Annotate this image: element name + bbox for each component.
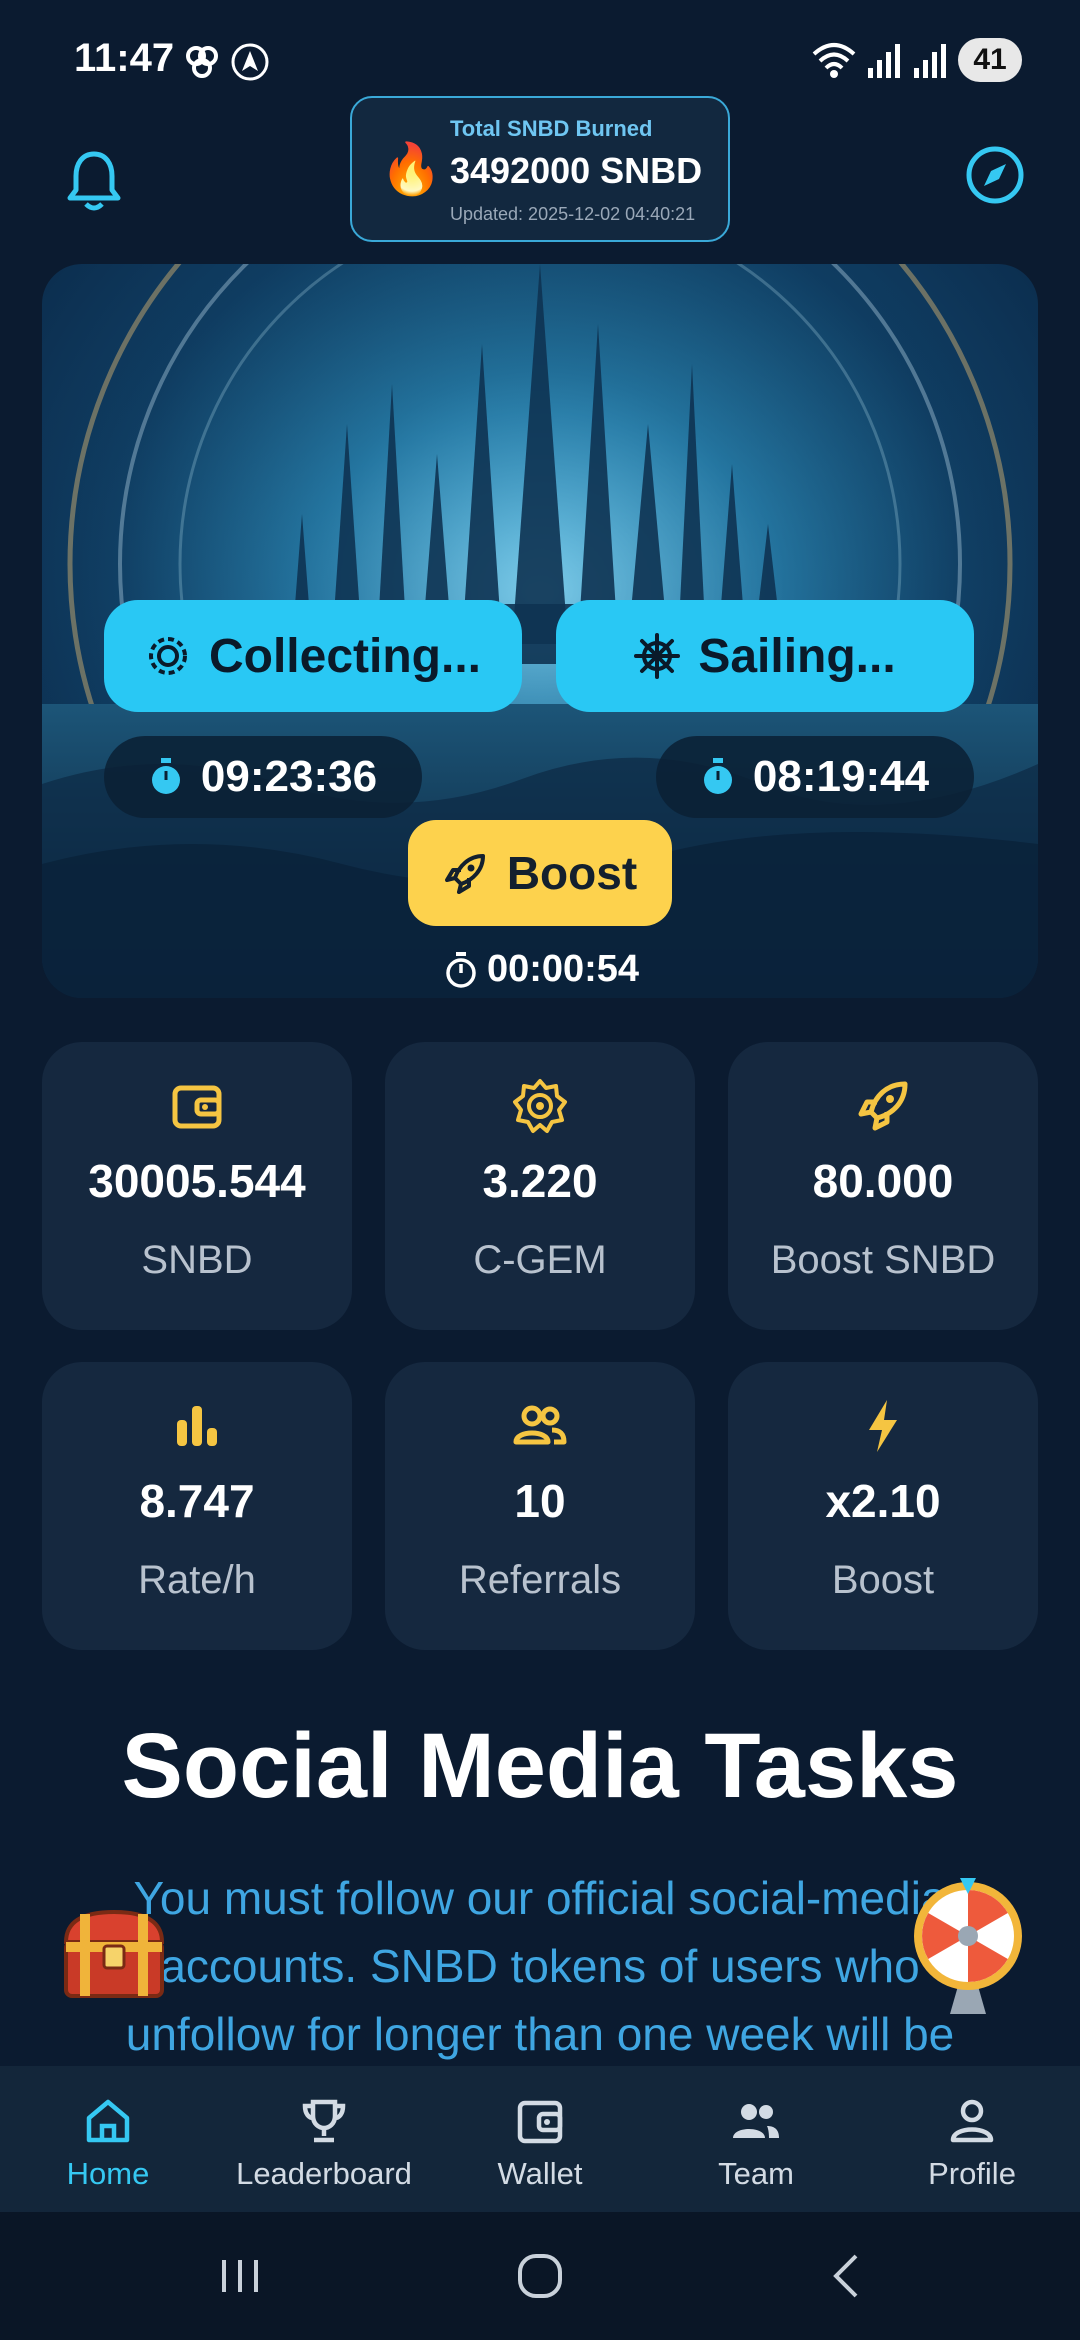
boost-button[interactable]: Boost <box>408 820 672 926</box>
home-icon <box>86 2099 130 2143</box>
ship-wheel-icon <box>634 633 681 679</box>
collect-timer-value: 09:23:36 <box>200 752 378 801</box>
lucky-wheel-icon[interactable] <box>910 1878 1026 2018</box>
collect-timer: 09:23:36 <box>104 736 422 818</box>
signal-icon-2 <box>914 44 946 78</box>
nav-label: Profile <box>928 2156 1016 2191</box>
team-icon <box>733 2104 779 2138</box>
navigation-icon <box>231 43 269 81</box>
stat-card-snbd: 30005.544 SNBD <box>42 1042 352 1330</box>
stat-value: 10 <box>514 1475 566 1527</box>
stat-label: SNBD <box>141 1238 253 1282</box>
sail-timer: 08:19:44 <box>656 736 974 818</box>
stat-card-cgem: 3.220 C-GEM <box>385 1042 695 1330</box>
hero-card: Collecting... Sailing... 09:23:36 08:19:… <box>42 264 1038 998</box>
burned-value: 3492000 SNBD <box>450 150 703 191</box>
lightning-icon <box>869 1400 897 1452</box>
stat-label: Rate/h <box>138 1558 256 1602</box>
burned-updated: Updated: 2025-12-02 04:40:21 <box>450 204 696 224</box>
nav-wallet[interactable]: Wallet <box>432 2066 648 2212</box>
system-navigation-bar <box>0 2212 1080 2340</box>
social-text: You must follow our official social-medi… <box>125 1872 955 2060</box>
gear-icon <box>148 637 187 675</box>
fire-icon: 🔥 <box>380 141 443 197</box>
profile-icon <box>950 2099 994 2143</box>
nav-profile[interactable]: Profile <box>864 2066 1080 2212</box>
stopwatch-icon <box>151 758 180 794</box>
status-right: 41 <box>812 38 1022 82</box>
stat-card-referrals: 10 Referrals <box>385 1362 695 1650</box>
compass-icon[interactable] <box>964 144 1026 206</box>
battery-badge: 41 <box>958 38 1022 82</box>
sailing-label: Sailing... <box>698 629 896 683</box>
stat-label: Boost SNBD <box>770 1238 996 1282</box>
recent-apps-icon[interactable] <box>210 2246 270 2306</box>
stat-label: Boost <box>831 1558 935 1602</box>
collecting-button[interactable]: Collecting... <box>104 600 522 712</box>
stat-value: 3.220 <box>482 1155 598 1207</box>
burned-title: Total SNBD Burned <box>450 116 653 141</box>
rocket-icon <box>858 1081 908 1131</box>
bar-chart-icon <box>177 1406 217 1446</box>
status-bar: 11:47 41 <box>0 0 1080 110</box>
boost-timer: 00:00:54 <box>432 948 652 991</box>
home-button-icon[interactable] <box>510 2246 570 2306</box>
sail-timer-value: 08:19:44 <box>752 752 930 801</box>
bottom-navigation: Home Leaderboard Wallet Team Profile <box>0 2066 1080 2212</box>
stopwatch-icon <box>703 758 732 794</box>
stat-value: 8.747 <box>139 1475 255 1527</box>
stat-card-rate: 8.747 Rate/h <box>42 1362 352 1650</box>
timer-icon <box>446 951 476 988</box>
stat-value: 30005.544 <box>88 1155 306 1207</box>
stat-value: 80.000 <box>812 1155 954 1207</box>
wallet-icon <box>172 1085 222 1129</box>
nav-label: Leaderboard <box>236 2156 412 2191</box>
rocket-icon <box>444 854 485 894</box>
bell-icon[interactable] <box>66 150 122 212</box>
people-icon <box>513 1405 567 1445</box>
wifi-icon <box>812 43 856 78</box>
boost-label: Boost <box>506 847 638 899</box>
gem-gear-icon <box>513 1079 567 1133</box>
sailing-button[interactable]: Sailing... <box>556 600 974 712</box>
trophy-icon <box>302 2099 346 2143</box>
treasure-chest-icon[interactable] <box>58 1906 170 2002</box>
nav-leaderboard[interactable]: Leaderboard <box>216 2066 432 2212</box>
status-time: 11:47 <box>74 36 175 80</box>
nav-team[interactable]: Team <box>648 2066 864 2212</box>
collecting-label: Collecting... <box>208 629 481 683</box>
nav-label: Home <box>66 2156 150 2191</box>
stat-card-boost: x2.10 Boost <box>728 1362 1038 1650</box>
social-title: Social Media Tasks <box>121 1715 959 1817</box>
nav-home[interactable]: Home <box>0 2066 216 2212</box>
boost-timer-value: 00:00:54 <box>486 948 640 990</box>
back-icon[interactable] <box>816 2246 876 2306</box>
stat-label: C-GEM <box>473 1238 607 1282</box>
nav-label: Team <box>718 2156 794 2191</box>
stat-value: x2.10 <box>825 1475 941 1527</box>
stat-label: Referrals <box>458 1558 622 1602</box>
wallet-icon <box>517 2100 563 2144</box>
flower-icon <box>186 46 218 78</box>
stat-card-boost-snbd: 80.000 Boost SNBD <box>728 1042 1038 1330</box>
signal-icon <box>868 44 900 78</box>
nav-label: Wallet <box>497 2156 583 2191</box>
burned-card[interactable]: 🔥 Total SNBD Burned 3492000 SNBD Updated… <box>350 96 730 242</box>
